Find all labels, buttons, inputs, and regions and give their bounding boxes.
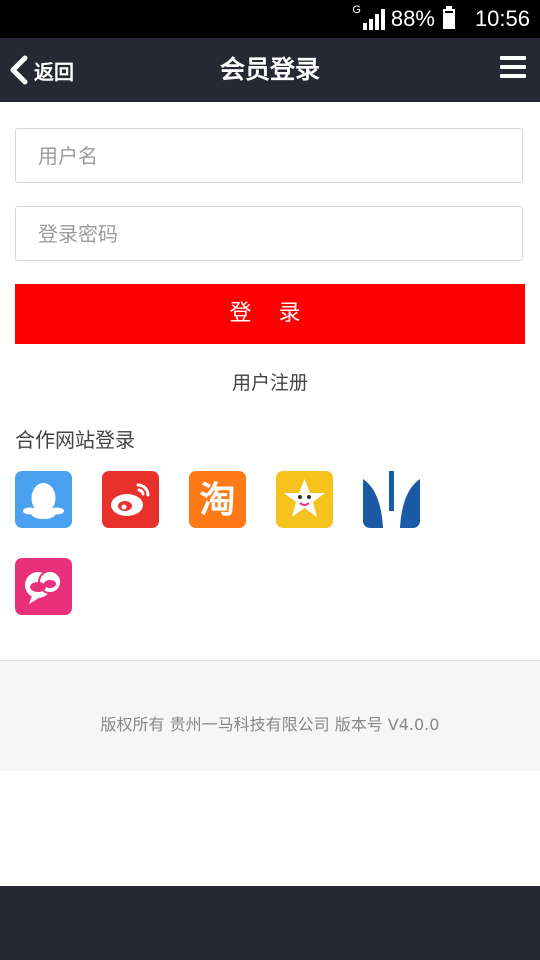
chevron-left-icon [10,55,28,85]
bottom-bar [0,886,540,960]
battery-percent: 88% [390,6,435,31]
taobao-login-button[interactable]: 淘 [189,471,246,528]
weibo-login-button[interactable] [102,471,159,528]
login-button[interactable]: 登 录 [15,284,525,344]
svg-text:淘: 淘 [199,480,235,521]
username-input[interactable] [15,128,523,183]
chat-icon [15,558,72,615]
status-indicators: G 88% 10:56 [352,0,530,38]
back-button[interactable]: 返回 [8,38,74,102]
menu-icon-bar [500,74,526,78]
network-type: G [352,4,361,16]
menu-icon-bar [500,56,526,60]
status-bar: G 88% 10:56 [0,0,540,38]
password-input[interactable] [15,206,523,261]
weibo-icon [102,471,159,528]
renren-login-button[interactable] [363,471,420,528]
back-label: 返回 [34,59,74,84]
menu-button[interactable] [500,56,526,84]
partner-login-title: 合作网站登录 [15,428,135,452]
star-icon [276,471,333,528]
register-link[interactable]: 用户注册 [0,368,540,395]
menu-icon-bar [500,65,526,69]
battery-icon [442,6,455,29]
qq-icon [15,471,72,528]
chat-login-button[interactable] [15,558,72,615]
page-title: 会员登录 [219,55,320,84]
header-bar: 返回 会员登录 [0,38,540,102]
footer: 版权所有 贵州一马科技有限公司 版本号 V4.0.0 [0,660,540,771]
star-login-button[interactable] [276,471,333,528]
taobao-icon: 淘 [189,471,246,528]
clock: 10:56 [474,6,530,31]
copyright-text: 版权所有 贵州一马科技有限公司 版本号 V4.0.0 [100,715,440,734]
signal-icon [362,8,385,30]
renren-icon [363,471,420,528]
qq-login-button[interactable] [15,471,72,528]
